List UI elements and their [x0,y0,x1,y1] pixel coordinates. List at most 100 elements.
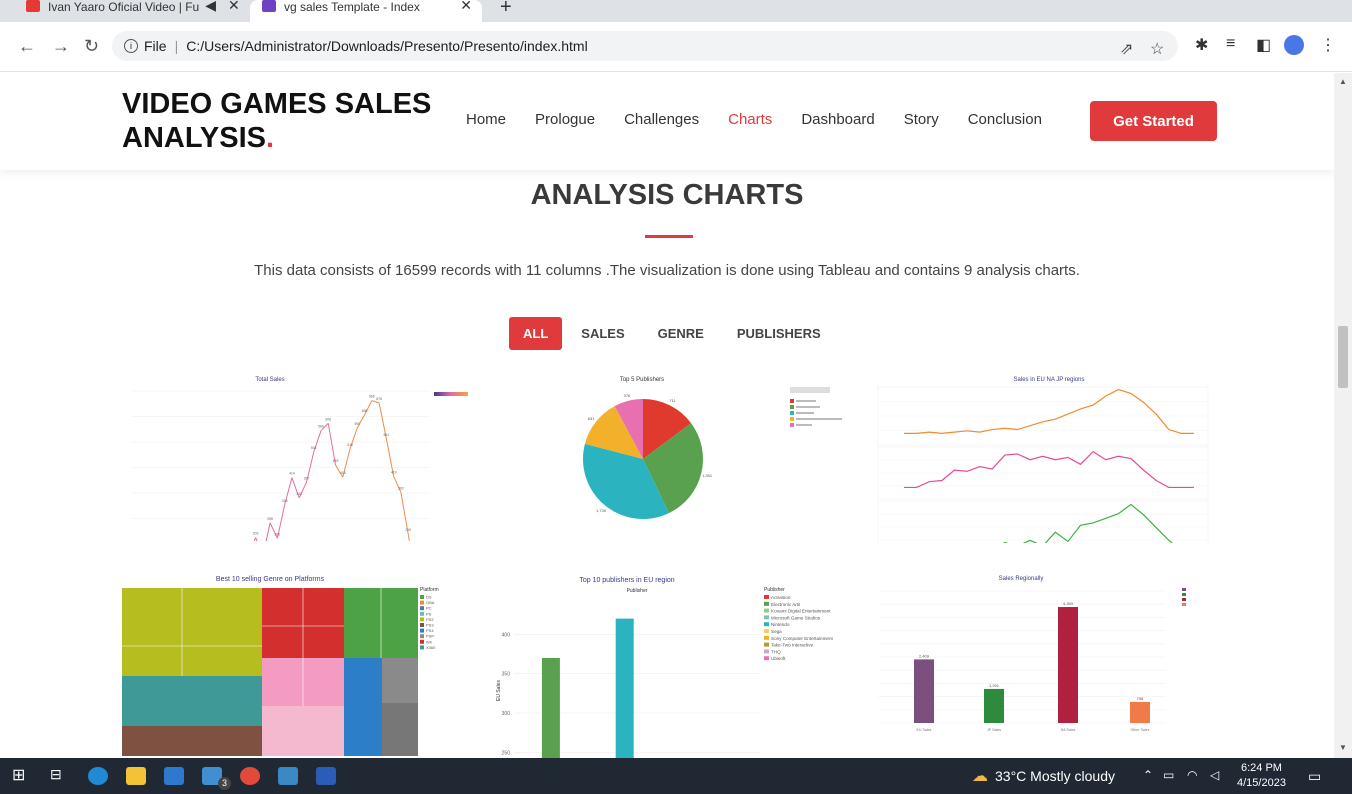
line-segment [255,537,258,541]
chart-top-publishers[interactable]: Top 5 Publishers 711 1,351 1,739 631 376 [568,373,858,533]
edge-icon[interactable] [88,767,108,785]
notifications-icon[interactable]: ▭ [1308,768,1321,785]
word-icon[interactable] [316,767,336,785]
profile-avatar[interactable] [1284,35,1304,55]
get-started-button[interactable]: Get Started [1090,101,1217,141]
filter-publishers[interactable]: PUBLISHERS [723,317,835,350]
line-segment [253,537,257,541]
legend-swatch [764,635,769,640]
address-bar-row: ← → ↻ i File | C:/Users/Administrator/Do… [0,22,1352,72]
nav-dashboard[interactable]: Dashboard [801,111,874,128]
data-label: 1,291 [989,683,1000,688]
nav-prologue[interactable]: Prologue [535,111,595,128]
bookmark-star-icon[interactable]: ☆ [1150,39,1164,59]
chart-eu-na-jp[interactable]: Sales in EU NA JP regions [866,373,1216,543]
extensions-icon[interactable]: ✱ [1195,35,1208,55]
snipping-tool-icon[interactable] [278,767,298,785]
data-label: 215 [405,528,411,532]
audio-icon[interactable]: ◀ [205,0,216,12]
network-icon[interactable]: ▭ [1163,768,1174,782]
clock[interactable]: 6:24 PM 4/15/2023 [1237,761,1286,791]
nav-home[interactable]: Home [466,111,506,128]
legend-label: PS4 [426,628,434,633]
weather-icon[interactable]: ☁ [972,766,988,786]
data-label: 606 [325,417,331,421]
chart-top10-eu-publishers[interactable]: Top 10 publishers in EU region Publisher… [492,571,862,758]
new-tab-button[interactable]: + [500,0,512,19]
close-icon[interactable]: ✕ [460,0,472,12]
data-label: 2,409 [919,653,930,658]
scroll-up-icon[interactable]: ▲ [1339,77,1347,86]
legend-swatch [1182,603,1186,606]
system-tray-icons[interactable]: ⌃ [1143,768,1153,782]
y-tick-label: 250 [502,750,511,756]
color-legend [434,392,468,396]
site-logo[interactable]: VIDEO GAMES SALES ANALYSIS. [122,87,431,155]
filter-genre[interactable]: GENRE [644,317,718,350]
filter-all[interactable]: ALL [509,317,563,350]
legend-label: PC [426,606,432,611]
legend-swatch [420,645,424,650]
store-icon[interactable] [164,767,184,785]
scroll-down-icon[interactable]: ▼ [1339,743,1347,752]
data-label: 255 [267,517,273,521]
menu-icon[interactable]: ⋮ [1320,35,1336,55]
filter-sales[interactable]: SALES [567,317,638,350]
legend-swatch [764,615,769,620]
data-label: 504 [311,446,317,450]
legend-swatch [420,628,424,633]
clock-date: 4/15/2023 [1237,777,1286,789]
title-underline [645,235,693,238]
legend-label: Sony Computer Entertainment [771,636,834,641]
nav-challenges[interactable]: Challenges [624,111,699,128]
address-bar[interactable]: i File | C:/Users/Administrator/Download… [112,31,1178,61]
nav-story[interactable]: Story [904,111,939,128]
volume-icon[interactable]: ◁ [1210,768,1219,782]
wifi-icon[interactable]: ◠ [1187,768,1197,782]
reading-list-icon[interactable]: ≡ [1226,35,1235,53]
legend-swatch [764,595,769,599]
data-label: 686 [369,395,375,399]
bar [914,659,934,723]
bar [541,657,560,758]
chart-title: Best 10 selling Genre on Platforms [216,576,325,583]
legend-label: Konami Digital Entertainment [771,609,831,614]
legend-swatch [764,649,769,654]
legend-label: Take-Two Interactive [771,643,814,648]
site-header: VIDEO GAMES SALES ANALYSIS. Home Prologu… [0,73,1334,170]
nav-charts[interactable]: Charts [728,111,772,128]
task-view-icon[interactable]: ⊟ [50,766,70,784]
file-explorer-icon[interactable] [126,767,146,785]
page-scrollbar[interactable]: ▲ ▼ [1334,73,1352,758]
info-icon[interactable]: i [124,39,138,53]
weather-text[interactable]: 33°C Mostly cloudy [995,768,1115,784]
tab-youtube[interactable]: Ivan Yaaro Oficial Video | Fu ◀ ✕ [26,0,240,22]
close-icon[interactable]: ✕ [228,0,240,12]
legend-swatch [1182,588,1186,591]
scrollbar-thumb[interactable] [1338,326,1348,388]
legend-label: PS2 [426,617,434,622]
nav-conclusion[interactable]: Conclusion [968,111,1042,128]
chrome-icon[interactable] [240,767,260,785]
legend-label: Nintendo [771,622,790,627]
side-panel-icon[interactable]: ◧ [1256,35,1271,55]
forward-icon[interactable]: → [52,36,70,57]
y-tick-label: 300 [502,711,511,717]
mail-badge: 3 [218,777,231,790]
back-icon[interactable]: ← [18,36,36,57]
legend-swatch [764,601,769,606]
chart-sales-regionally[interactable]: Sales Regionally 2,409 EU Sales 1,291 JP Sa… [866,571,1226,741]
logo-line-2: ANALYSIS [122,122,266,154]
tab-title: Ivan Yaaro Oficial Video | Fu [48,0,200,14]
chart-total-sales[interactable]: Total Sales 1129301750464045827748593663… [120,373,475,541]
share-icon[interactable]: ⇗ [1120,39,1133,59]
legend-label: PSP [426,634,434,639]
url-text[interactable]: C:/Users/Administrator/Downloads/Present… [186,38,588,54]
reload-icon[interactable]: ↻ [84,36,99,57]
address-prefix: File [144,38,167,54]
chart-genre-platform-treemap[interactable]: Best 10 selling Genre on Platforms Platf… [120,571,440,758]
chart-title: Sales in EU NA JP regions [1014,377,1085,383]
legend-label: PS3 [426,623,434,628]
tab-vg-sales[interactable]: vg sales Template - Index ✕ [250,0,482,22]
windows-start-icon[interactable]: ⊞ [12,765,32,784]
